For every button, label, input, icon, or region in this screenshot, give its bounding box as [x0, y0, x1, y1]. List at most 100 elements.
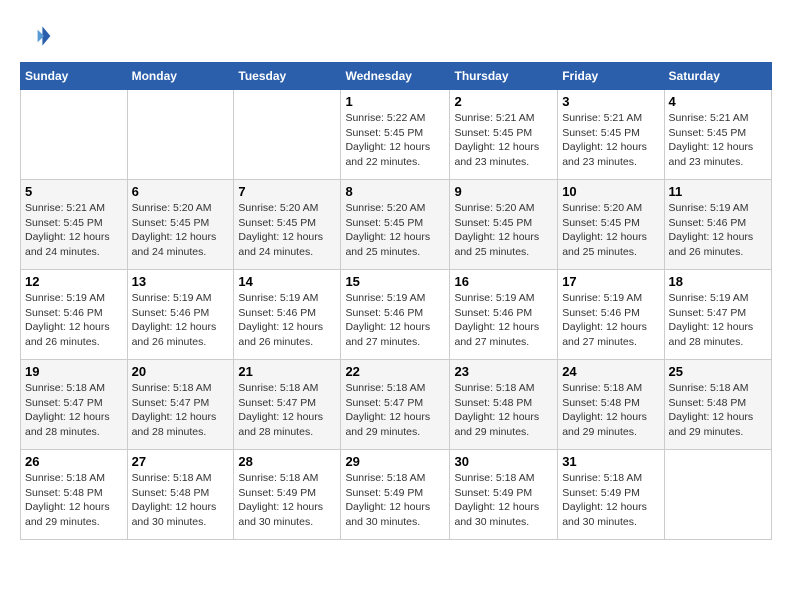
calendar-cell: 17 Sunrise: 5:19 AM Sunset: 5:46 PM Dayli…	[558, 270, 664, 360]
day-number: 14	[238, 274, 336, 289]
page-header	[20, 20, 772, 52]
calendar-cell: 23 Sunrise: 5:18 AM Sunset: 5:48 PM Dayli…	[450, 360, 558, 450]
calendar-cell: 5 Sunrise: 5:21 AM Sunset: 5:45 PM Daylig…	[21, 180, 128, 270]
day-info: Sunrise: 5:20 AM Sunset: 5:45 PM Dayligh…	[345, 201, 445, 260]
day-info: Sunrise: 5:18 AM Sunset: 5:49 PM Dayligh…	[562, 471, 659, 530]
day-info: Sunrise: 5:19 AM Sunset: 5:46 PM Dayligh…	[454, 291, 553, 350]
day-number: 19	[25, 364, 123, 379]
day-info: Sunrise: 5:19 AM Sunset: 5:46 PM Dayligh…	[562, 291, 659, 350]
calendar-cell: 30 Sunrise: 5:18 AM Sunset: 5:49 PM Dayli…	[450, 450, 558, 540]
day-number: 12	[25, 274, 123, 289]
day-info: Sunrise: 5:19 AM Sunset: 5:46 PM Dayligh…	[25, 291, 123, 350]
calendar-cell: 31 Sunrise: 5:18 AM Sunset: 5:49 PM Dayli…	[558, 450, 664, 540]
day-info: Sunrise: 5:18 AM Sunset: 5:47 PM Dayligh…	[345, 381, 445, 440]
logo-icon	[20, 20, 52, 52]
day-info: Sunrise: 5:18 AM Sunset: 5:48 PM Dayligh…	[132, 471, 230, 530]
day-number: 31	[562, 454, 659, 469]
day-info: Sunrise: 5:20 AM Sunset: 5:45 PM Dayligh…	[562, 201, 659, 260]
weekday-header: Friday	[558, 63, 664, 90]
weekday-header: Tuesday	[234, 63, 341, 90]
calendar-cell: 11 Sunrise: 5:19 AM Sunset: 5:46 PM Dayli…	[664, 180, 771, 270]
calendar-cell: 18 Sunrise: 5:19 AM Sunset: 5:47 PM Dayli…	[664, 270, 771, 360]
calendar-table: SundayMondayTuesdayWednesdayThursdayFrid…	[20, 62, 772, 540]
calendar-cell: 21 Sunrise: 5:18 AM Sunset: 5:47 PM Dayli…	[234, 360, 341, 450]
day-number: 11	[669, 184, 767, 199]
day-number: 8	[345, 184, 445, 199]
day-info: Sunrise: 5:21 AM Sunset: 5:45 PM Dayligh…	[669, 111, 767, 170]
day-info: Sunrise: 5:18 AM Sunset: 5:49 PM Dayligh…	[345, 471, 445, 530]
day-info: Sunrise: 5:21 AM Sunset: 5:45 PM Dayligh…	[454, 111, 553, 170]
day-number: 23	[454, 364, 553, 379]
day-number: 15	[345, 274, 445, 289]
calendar-cell	[234, 90, 341, 180]
day-info: Sunrise: 5:21 AM Sunset: 5:45 PM Dayligh…	[562, 111, 659, 170]
calendar-cell: 26Sunrise: 5:18 AM Sunset: 5:48 PM Dayli…	[21, 450, 128, 540]
day-number: 28	[238, 454, 336, 469]
calendar-cell	[127, 90, 234, 180]
day-number: 21	[238, 364, 336, 379]
calendar-cell: 13 Sunrise: 5:19 AM Sunset: 5:46 PM Dayli…	[127, 270, 234, 360]
calendar-cell: 9Sunrise: 5:20 AM Sunset: 5:45 PM Daylig…	[450, 180, 558, 270]
day-number: 1	[345, 94, 445, 109]
day-number: 13	[132, 274, 230, 289]
day-number: 5	[25, 184, 123, 199]
day-number: 7	[238, 184, 336, 199]
calendar-cell: 28 Sunrise: 5:18 AM Sunset: 5:49 PM Dayli…	[234, 450, 341, 540]
calendar-cell: 6 Sunrise: 5:20 AM Sunset: 5:45 PM Daylig…	[127, 180, 234, 270]
day-number: 22	[345, 364, 445, 379]
day-info: Sunrise: 5:19 AM Sunset: 5:47 PM Dayligh…	[669, 291, 767, 350]
day-info: Sunrise: 5:18 AM Sunset: 5:48 PM Dayligh…	[562, 381, 659, 440]
calendar-cell: 7 Sunrise: 5:20 AM Sunset: 5:45 PM Daylig…	[234, 180, 341, 270]
calendar-cell: 3 Sunrise: 5:21 AM Sunset: 5:45 PM Daylig…	[558, 90, 664, 180]
calendar-cell: 1Sunrise: 5:22 AM Sunset: 5:45 PM Daylig…	[341, 90, 450, 180]
logo	[20, 20, 56, 52]
day-info: Sunrise: 5:21 AM Sunset: 5:45 PM Dayligh…	[25, 201, 123, 260]
calendar-cell: 4 Sunrise: 5:21 AM Sunset: 5:45 PM Daylig…	[664, 90, 771, 180]
day-info: Sunrise: 5:18 AM Sunset: 5:48 PM Dayligh…	[669, 381, 767, 440]
day-info: Sunrise: 5:19 AM Sunset: 5:46 PM Dayligh…	[345, 291, 445, 350]
day-number: 29	[345, 454, 445, 469]
day-number: 30	[454, 454, 553, 469]
calendar-cell: 20 Sunrise: 5:18 AM Sunset: 5:47 PM Dayli…	[127, 360, 234, 450]
day-info: Sunrise: 5:18 AM Sunset: 5:47 PM Dayligh…	[238, 381, 336, 440]
day-info: Sunrise: 5:18 AM Sunset: 5:49 PM Dayligh…	[454, 471, 553, 530]
day-info: Sunrise: 5:20 AM Sunset: 5:45 PM Dayligh…	[132, 201, 230, 260]
calendar-cell	[21, 90, 128, 180]
calendar-cell: 15 Sunrise: 5:19 AM Sunset: 5:46 PM Dayli…	[341, 270, 450, 360]
day-info: Sunrise: 5:20 AM Sunset: 5:45 PM Dayligh…	[238, 201, 336, 260]
day-number: 25	[669, 364, 767, 379]
calendar-cell: 25 Sunrise: 5:18 AM Sunset: 5:48 PM Dayli…	[664, 360, 771, 450]
day-number: 9	[454, 184, 553, 199]
day-number: 26	[25, 454, 123, 469]
day-number: 4	[669, 94, 767, 109]
day-number: 10	[562, 184, 659, 199]
day-number: 17	[562, 274, 659, 289]
day-number: 27	[132, 454, 230, 469]
day-info: Sunrise: 5:18 AM Sunset: 5:48 PM Dayligh…	[454, 381, 553, 440]
weekday-header: Monday	[127, 63, 234, 90]
day-number: 2	[454, 94, 553, 109]
calendar-cell: 27 Sunrise: 5:18 AM Sunset: 5:48 PM Dayli…	[127, 450, 234, 540]
calendar-cell: 24 Sunrise: 5:18 AM Sunset: 5:48 PM Dayli…	[558, 360, 664, 450]
calendar-cell: 2 Sunrise: 5:21 AM Sunset: 5:45 PM Daylig…	[450, 90, 558, 180]
calendar-cell: 14Sunrise: 5:19 AM Sunset: 5:46 PM Dayli…	[234, 270, 341, 360]
weekday-header: Saturday	[664, 63, 771, 90]
day-number: 6	[132, 184, 230, 199]
day-info: Sunrise: 5:19 AM Sunset: 5:46 PM Dayligh…	[669, 201, 767, 260]
calendar-cell: 29 Sunrise: 5:18 AM Sunset: 5:49 PM Dayli…	[341, 450, 450, 540]
calendar-cell: 12 Sunrise: 5:19 AM Sunset: 5:46 PM Dayli…	[21, 270, 128, 360]
weekday-header: Sunday	[21, 63, 128, 90]
day-number: 20	[132, 364, 230, 379]
calendar-cell: 10 Sunrise: 5:20 AM Sunset: 5:45 PM Dayli…	[558, 180, 664, 270]
calendar-cell: 16 Sunrise: 5:19 AM Sunset: 5:46 PM Dayli…	[450, 270, 558, 360]
day-info: Sunrise: 5:18 AM Sunset: 5:47 PM Dayligh…	[25, 381, 123, 440]
day-number: 24	[562, 364, 659, 379]
day-number: 16	[454, 274, 553, 289]
day-info: Sunrise: 5:18 AM Sunset: 5:49 PM Dayligh…	[238, 471, 336, 530]
day-info: Sunrise: 5:18 AM Sunset: 5:47 PM Dayligh…	[132, 381, 230, 440]
weekday-header: Wednesday	[341, 63, 450, 90]
day-number: 3	[562, 94, 659, 109]
calendar-cell: 8 Sunrise: 5:20 AM Sunset: 5:45 PM Daylig…	[341, 180, 450, 270]
day-info: Sunrise: 5:19 AM Sunset: 5:46 PM Dayligh…	[132, 291, 230, 350]
day-number: 18	[669, 274, 767, 289]
